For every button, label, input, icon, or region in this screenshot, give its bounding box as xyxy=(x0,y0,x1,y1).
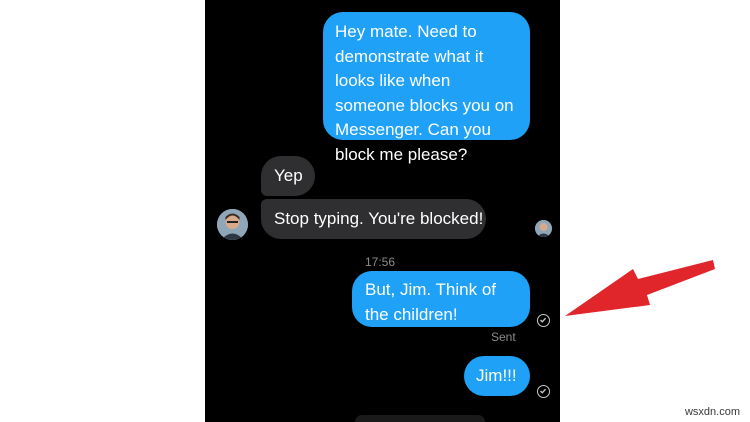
composer-edge xyxy=(355,415,485,422)
watermark: wsxdn.com xyxy=(684,406,740,418)
outgoing-message-3-text: Jim!!! xyxy=(476,366,517,385)
incoming-message-1-text: Yep xyxy=(274,166,303,185)
outgoing-message-3[interactable]: Jim!!! xyxy=(464,356,530,396)
outgoing-message-2[interactable]: But, Jim. Think of the children! xyxy=(352,271,530,327)
message-timestamp: 17:56 xyxy=(365,255,396,269)
incoming-message-2-text: Stop typing. You're blocked! xyxy=(274,209,484,228)
face-icon xyxy=(217,209,248,240)
incoming-message-2[interactable]: Stop typing. You're blocked! xyxy=(261,199,486,239)
read-receipt-face-icon xyxy=(535,220,552,237)
incoming-message-1[interactable]: Yep xyxy=(261,156,315,196)
contact-avatar-icon[interactable] xyxy=(217,209,248,240)
outgoing-message-2-text: But, Jim. Think of the children! xyxy=(365,280,497,324)
checkmark-icon xyxy=(540,317,547,323)
check-circle-icon xyxy=(537,385,550,398)
outgoing-message-1-text: Hey mate. Need to demonstrate what it lo… xyxy=(335,22,514,164)
message-status-sent: Sent xyxy=(491,330,516,344)
annotation-arrow-icon xyxy=(565,260,715,316)
checkmark-icon xyxy=(540,388,547,394)
read-receipt-avatar-icon xyxy=(535,220,552,237)
conversation-view: Hey mate. Need to demonstrate what it lo… xyxy=(205,0,560,422)
outgoing-message-1[interactable]: Hey mate. Need to demonstrate what it lo… xyxy=(323,12,530,164)
check-circle-icon xyxy=(537,314,550,327)
